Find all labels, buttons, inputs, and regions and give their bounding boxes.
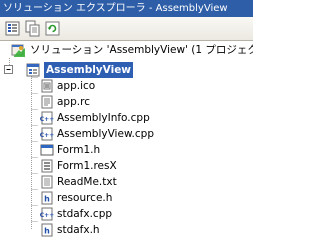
properties-icon [3, 19, 22, 38]
tree-item-file[interactable]: h resource.h [0, 190, 253, 206]
refresh-button[interactable] [43, 19, 62, 38]
svg-text:C++: C++ [40, 116, 54, 123]
svg-text:C++: C++ [40, 212, 54, 219]
header-file-icon: h [39, 222, 55, 238]
svg-text:h: h [44, 195, 50, 204]
tree-item-label: AssemblyView.cpp [57, 128, 155, 140]
solution-icon [10, 42, 26, 58]
tree-item-file[interactable]: h stdafx.h [0, 222, 253, 238]
toolbar [0, 17, 253, 41]
resource-script-icon [39, 94, 55, 110]
solution-explorer-window: ソリューション エクスプローラ - AssemblyView ソリューション '… [0, 0, 253, 241]
cpp-file-icon: C++ [39, 110, 55, 126]
tree-item-label: Form1.h [57, 144, 101, 156]
text-file-icon [39, 174, 55, 190]
tree-item-file[interactable]: Form1.resX [0, 158, 253, 174]
tree-item-file[interactable]: Form1.h [0, 142, 253, 158]
tree-item-label: ソリューション 'AssemblyView' (1 プロジェクト) [30, 44, 253, 56]
tree-item-label: app.ico [57, 80, 96, 92]
refresh-icon [43, 19, 62, 38]
properties-button[interactable] [3, 19, 22, 38]
cpp-file-icon: C++ [39, 206, 55, 222]
cpp-file-icon: C++ [39, 126, 55, 142]
tree-item-file[interactable]: ReadMe.txt [0, 174, 253, 190]
tree-item-file[interactable]: C++ AssemblyView.cpp [0, 126, 253, 142]
svg-text:C++: C++ [40, 132, 54, 139]
tree-item-label: stdafx.cpp [57, 208, 113, 220]
header-file-icon: h [39, 190, 55, 206]
tree-item-file[interactable]: C++ AssemblyInfo.cpp [0, 110, 253, 126]
show-all-files-button[interactable] [23, 19, 42, 38]
resx-file-icon [39, 158, 55, 174]
tree-item-label: Form1.resX [57, 160, 117, 172]
show-all-files-icon [23, 19, 42, 38]
tree-item-project[interactable]: AssemblyView [0, 62, 253, 78]
collapse-toggle-icon[interactable] [4, 65, 14, 75]
icon-file-icon [39, 78, 55, 94]
solution-tree: ソリューション 'AssemblyView' (1 プロジェクト) Assemb… [0, 41, 253, 241]
tree-item-file[interactable]: C++ stdafx.cpp [0, 206, 253, 222]
project-icon [25, 62, 41, 78]
tree-item-file[interactable]: app.ico [0, 78, 253, 94]
tree-item-label: app.rc [57, 96, 90, 108]
window-title: ソリューション エクスプローラ - AssemblyView [0, 0, 253, 17]
tree-item-file[interactable]: app.rc [0, 94, 253, 110]
svg-text:h: h [44, 227, 50, 236]
tree-item-label: AssemblyView [44, 62, 134, 78]
form-icon [39, 142, 55, 158]
tree-item-label: stdafx.h [57, 224, 100, 236]
tree-item-label: AssemblyInfo.cpp [57, 112, 150, 124]
tree-item-label: resource.h [57, 192, 113, 204]
tree-item-label: ReadMe.txt [57, 176, 117, 188]
tree-item-solution[interactable]: ソリューション 'AssemblyView' (1 プロジェクト) [0, 42, 253, 58]
